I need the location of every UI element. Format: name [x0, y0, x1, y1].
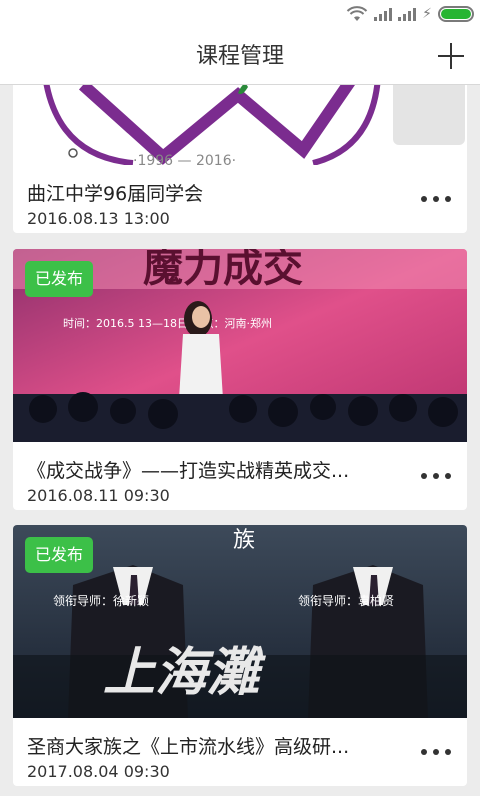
app-bar: 课程管理: [0, 28, 480, 85]
poster-title: 上海灘: [103, 642, 267, 703]
course-card[interactable]: 魔力成交 时间：2016.5 13—18日 地点：河南·郑州 已发布 《成交战争…: [13, 249, 467, 510]
status-icons: ⚡: [346, 4, 474, 24]
course-date: 2016.08.11 09:30: [27, 486, 170, 505]
course-card[interactable]: 族 领衔导师：徐新颖 领衔导师：袁柏贤 上海灘 已发布 圣商大家族之《上市流水线…: [13, 525, 467, 786]
course-date: 2017.08.04 09:30: [27, 762, 170, 781]
poster-headline: 魔力成交: [143, 249, 303, 291]
poster-subline: 时间：2016.5 13—18日 地点：河南·郑州: [63, 316, 272, 330]
signal-icon-2: [398, 7, 417, 21]
status-bar: ⚡: [0, 0, 480, 28]
more-options-button[interactable]: [421, 189, 451, 209]
wifi-icon: [346, 6, 368, 21]
course-thumbnail: 魔力成交 时间：2016.5 13—18日 地点：河南·郑州 已发布: [13, 249, 467, 442]
course-title: 曲江中学96届同学会: [27, 183, 204, 205]
page-title: 课程管理: [195, 44, 284, 69]
battery-icon: [438, 6, 474, 22]
more-options-button[interactable]: [421, 742, 451, 762]
signal-icon: [374, 7, 393, 21]
charging-icon: ⚡: [422, 6, 432, 22]
course-title: 《成交战争》——打造实战精英成交...: [27, 460, 350, 482]
course-list[interactable]: ·1996 — 2016· 曲江中学96届同学会 2016.08.13 13:0…: [0, 85, 480, 800]
poster-top-text: 族: [233, 528, 255, 553]
published-badge: 已发布: [25, 537, 94, 573]
course-date: 2016.08.13 13:00: [27, 209, 170, 228]
published-badge: 已发布: [25, 261, 94, 297]
add-course-button[interactable]: [434, 39, 468, 73]
course-thumbnail: 族 领衔导师：徐新颖 领衔导师：袁柏贤 上海灘 已发布: [13, 525, 467, 718]
course-card[interactable]: ·1996 — 2016· 曲江中学96届同学会 2016.08.13 13:0…: [13, 85, 467, 233]
purple-logo-image: ·1996 — 2016·: [13, 85, 467, 165]
course-thumbnail: ·1996 — 2016·: [13, 85, 467, 165]
more-options-button[interactable]: [421, 466, 451, 486]
svg-text:·1996 — 2016·: ·1996 — 2016·: [133, 153, 236, 165]
bottom-nav-edge: [0, 796, 480, 800]
poster-right-caption: 领衔导师：袁柏贤: [298, 593, 394, 608]
course-title: 圣商大家族之《上市流水线》高级研...: [27, 736, 350, 758]
poster-left-caption: 领衔导师：徐新颖: [53, 593, 149, 608]
